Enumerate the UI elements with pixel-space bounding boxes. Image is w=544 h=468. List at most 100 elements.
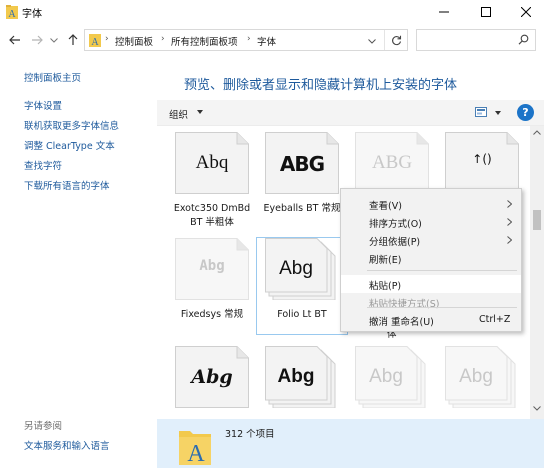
font-sample-text: Abg bbox=[277, 366, 315, 387]
menu-paste-shortcut[interactable]: 粘贴快捷方式(S) bbox=[341, 293, 521, 311]
font-tile[interactable]: Abg bbox=[257, 346, 347, 419]
breadcrumb-fonts[interactable]: 字体 bbox=[257, 34, 276, 48]
page-title: 预览、删除或者显示和隐藏计算机上安装的字体 bbox=[184, 78, 458, 93]
item-count: 312 个项目 bbox=[225, 429, 275, 440]
download-fonts-link[interactable]: 下载所有语言的字体 bbox=[24, 178, 110, 192]
chevron-right-icon bbox=[507, 218, 512, 226]
font-file-icon: ABG bbox=[355, 132, 429, 194]
font-tile[interactable]: Abg Folio Lt BT bbox=[256, 237, 348, 335]
search-input[interactable] bbox=[416, 29, 536, 51]
font-tile[interactable]: Abg Fixedsys 常规 bbox=[167, 238, 257, 334]
address-bar[interactable]: A › 控制面板 › 所有控制面板项 › 字体 bbox=[84, 29, 408, 51]
font-tile[interactable]: Abg bbox=[167, 346, 257, 419]
font-file-icon: ↑() bbox=[445, 132, 519, 194]
recent-locations-button[interactable] bbox=[48, 31, 60, 49]
scroll-up-icon[interactable] bbox=[533, 130, 541, 135]
font-file-icon: Abg bbox=[265, 346, 339, 408]
scroll-down-icon[interactable] bbox=[533, 406, 541, 411]
font-file-icon: Abg bbox=[175, 238, 249, 300]
forward-button[interactable] bbox=[28, 31, 46, 49]
breadcrumb-separator: › bbox=[105, 34, 109, 44]
arrow-left-icon bbox=[9, 35, 20, 45]
font-tile-label: Folio Lt BT bbox=[277, 309, 327, 320]
menu-item-label: 排序方式(O) bbox=[369, 219, 422, 230]
cleartype-link[interactable]: 调整 ClearType 文本 bbox=[24, 138, 115, 152]
font-file-icon: Abg bbox=[265, 238, 339, 300]
find-character-link[interactable]: 查找字符 bbox=[24, 158, 62, 172]
font-sample-text: Abg bbox=[369, 366, 403, 387]
context-menu: 查看(V) 排序方式(O) 分组依据(P) 刷新(E) 粘贴(P) 粘贴快捷方式(S) 撤消… bbox=[340, 188, 522, 332]
font-sample-text: Abg bbox=[279, 258, 313, 279]
menu-shortcut: Ctrl+Z bbox=[479, 314, 511, 325]
caret-down-icon bbox=[197, 110, 203, 114]
left-task-pane: 控制面板主页 字体设置 联机获取更多字体信息 调整 ClearType 文本 查… bbox=[0, 56, 157, 468]
breadcrumb-control-panel[interactable]: 控制面板 bbox=[115, 34, 153, 48]
menu-item-label: 分组依据(P) bbox=[369, 237, 421, 248]
svg-text:A: A bbox=[8, 9, 16, 19]
arrow-up-icon bbox=[68, 34, 78, 45]
font-tile[interactable]: ABG Eyeballs BT 常规 bbox=[257, 132, 347, 228]
menu-paste[interactable]: 粘贴(P) bbox=[341, 275, 521, 293]
minimize-icon bbox=[439, 11, 449, 13]
font-file-icon: Abg bbox=[355, 346, 429, 408]
window-title: 字体 bbox=[22, 9, 42, 20]
font-tile-label: Eyeballs BT 常规 bbox=[263, 203, 341, 214]
back-button[interactable] bbox=[6, 31, 24, 49]
chevron-down-icon bbox=[368, 38, 376, 44]
scrollbar-thumb[interactable] bbox=[533, 210, 541, 230]
see-also-heading: 另请参阅 bbox=[24, 421, 63, 432]
font-settings-link[interactable]: 字体设置 bbox=[24, 98, 62, 112]
title-bar: A 字体 bbox=[0, 0, 544, 24]
menu-view[interactable]: 查看(V) bbox=[341, 195, 521, 213]
font-file-icon: ABG bbox=[265, 132, 339, 194]
breadcrumb-separator: › bbox=[161, 34, 165, 44]
menu-group-by[interactable]: 分组依据(P) bbox=[341, 231, 521, 249]
breadcrumb-separator: › bbox=[247, 34, 251, 44]
chevron-down-icon bbox=[50, 37, 58, 43]
font-tile[interactable]: Abg bbox=[347, 346, 437, 419]
font-file-icon: Abg bbox=[445, 346, 519, 408]
fonts-folder-icon: A bbox=[179, 431, 211, 465]
help-icon[interactable]: ? bbox=[517, 104, 534, 121]
menu-undo-rename[interactable]: 撤消 重命名(U) Ctrl+Z bbox=[341, 311, 521, 329]
font-sample-text: ABG bbox=[371, 152, 413, 173]
close-button[interactable] bbox=[506, 0, 544, 24]
font-sample-text: Abg bbox=[191, 366, 233, 388]
font-sample-text: ↑() bbox=[472, 152, 492, 166]
caret-down-icon[interactable] bbox=[495, 111, 501, 115]
font-tile[interactable]: Abg bbox=[437, 346, 527, 419]
maximize-button[interactable] bbox=[466, 0, 506, 24]
chevron-right-icon bbox=[507, 200, 512, 208]
minimize-button[interactable] bbox=[424, 0, 464, 24]
font-tile-label: Fixedsys 常规 bbox=[180, 309, 244, 320]
refresh-icon bbox=[392, 35, 402, 45]
fonts-folder-icon: A bbox=[89, 34, 101, 47]
svg-text:A: A bbox=[187, 441, 205, 465]
menu-sort-by[interactable]: 排序方式(O) bbox=[341, 213, 521, 231]
refresh-button[interactable] bbox=[384, 30, 408, 50]
font-file-icon: Abq bbox=[175, 132, 249, 194]
up-button[interactable] bbox=[64, 31, 82, 49]
get-more-fonts-link[interactable]: 联机获取更多字体信息 bbox=[24, 118, 119, 132]
vertical-scrollbar[interactable] bbox=[530, 126, 544, 419]
close-icon bbox=[521, 7, 531, 17]
svg-text:A: A bbox=[91, 37, 99, 47]
arrow-right-icon bbox=[32, 35, 43, 45]
menu-refresh[interactable]: 刷新(E) bbox=[341, 249, 521, 267]
view-options-icon[interactable] bbox=[475, 107, 487, 117]
details-pane: A 312 个项目 bbox=[157, 419, 544, 468]
font-file-icon: Abg bbox=[175, 346, 249, 408]
maximize-icon bbox=[481, 7, 491, 17]
breadcrumb-all-items[interactable]: 所有控制面板项 bbox=[171, 34, 238, 48]
menu-separator bbox=[367, 307, 517, 308]
address-history-button[interactable] bbox=[365, 34, 379, 48]
chevron-right-icon bbox=[507, 236, 512, 244]
font-tile[interactable]: Abq Exotc350 DmBd BT 半粗体 bbox=[167, 132, 257, 228]
menu-separator bbox=[367, 270, 517, 271]
control-panel-home-link[interactable]: 控制面板主页 bbox=[24, 70, 81, 84]
menu-item-label: 粘贴(P) bbox=[369, 281, 402, 292]
text-services-link[interactable]: 文本服务和输入语言 bbox=[24, 438, 110, 452]
navigation-bar: A › 控制面板 › 所有控制面板项 › 字体 bbox=[0, 24, 544, 56]
search-icon bbox=[518, 34, 529, 45]
organize-button[interactable]: 组织 bbox=[169, 107, 188, 121]
